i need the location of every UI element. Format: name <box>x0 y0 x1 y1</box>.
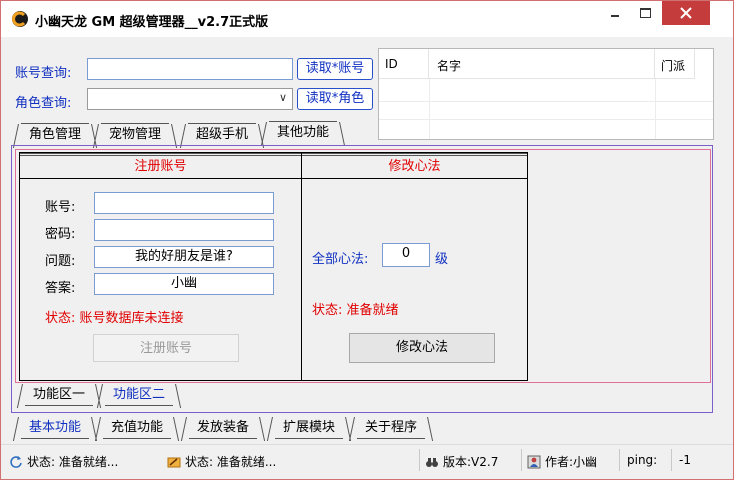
close-icon <box>680 7 692 19</box>
read-role-button[interactable]: 读取*角色 <box>297 88 373 110</box>
question-label: 问题: <box>45 254 76 269</box>
read-account-button[interactable]: 读取*账号 <box>297 58 373 80</box>
minimize-icon <box>611 15 619 17</box>
tab-issue-equipment[interactable]: 发放装备 <box>189 417 258 439</box>
tab-pet-management[interactable]: 宠物管理 <box>101 123 170 145</box>
maximize-icon <box>639 8 651 18</box>
app-window: 小幽天龙 GM 超级管理器__v2.7正式版 账号查询: 读取*账号 角色查询:… <box>0 0 734 480</box>
tab-extension-modules[interactable]: 扩展模块 <box>275 417 344 439</box>
account-query-label: 账号查询: <box>15 66 72 81</box>
tab-about-program[interactable]: 关于程序 <box>357 417 426 439</box>
tab-function-area-1[interactable]: 功能区一 <box>25 384 94 406</box>
question-field[interactable]: 我的好朋友是谁? <box>94 246 274 268</box>
grid-divider <box>301 152 302 381</box>
status-panel-2: 状态: 准备就绪... <box>167 453 276 470</box>
tab-recharge-functions[interactable]: 充值功能 <box>103 417 172 439</box>
status-text-1: 状态: 准备就绪... <box>27 455 119 469</box>
account-label: 账号: <box>45 200 76 215</box>
chevron-down-icon: ∨ <box>278 91 287 104</box>
tab-super-phone[interactable]: 超级手机 <box>188 123 257 145</box>
column-header-name[interactable]: 名字 <box>429 49 655 79</box>
tab-function-area-2[interactable]: 功能区二 <box>105 384 174 406</box>
pencil-icon <box>167 457 181 467</box>
tab-basic-functions[interactable]: 基本功能 <box>21 417 90 439</box>
status-separator <box>419 449 420 471</box>
ping-panel: ping: <box>627 453 657 467</box>
answer-label: 答案: <box>45 281 76 296</box>
author-panel: 作者:小幽 <box>527 453 597 470</box>
modify-xinfa-button[interactable]: 修改心法 <box>349 333 495 363</box>
close-button[interactable] <box>662 1 710 25</box>
all-xinfa-label: 全部心法: <box>312 252 369 267</box>
column-divider <box>429 79 430 139</box>
answer-field[interactable]: 小幽 <box>94 273 274 295</box>
ping-label: ping: <box>627 453 658 467</box>
title-bar: 小幽天龙 GM 超级管理器__v2.7正式版 <box>1 1 733 37</box>
binoculars-icon <box>426 457 438 467</box>
column-header-school[interactable]: 门派 <box>655 49 695 79</box>
status-separator <box>671 449 672 471</box>
xinfa-level-unit: 级 <box>435 252 449 267</box>
refresh-icon <box>10 455 22 468</box>
xinfa-status-text: 状态: 准备就绪 <box>312 303 399 318</box>
version-text: 版本:V2.7 <box>443 455 499 469</box>
window-title: 小幽天龙 GM 超级管理器__v2.7正式版 <box>35 15 269 30</box>
column-header-id[interactable]: ID <box>379 49 429 79</box>
tab-role-management[interactable]: 角色管理 <box>21 123 90 145</box>
minimize-button[interactable] <box>601 1 629 25</box>
user-card-icon <box>527 455 541 468</box>
account-query-input[interactable] <box>87 58 293 80</box>
role-query-label: 角色查询: <box>15 96 72 111</box>
password-field[interactable] <box>94 219 274 241</box>
ping-value-panel: -1 <box>679 453 691 467</box>
role-query-select[interactable]: ∨ <box>87 88 293 110</box>
tab-other-functions[interactable]: 其他功能 <box>269 121 338 146</box>
app-logo-icon <box>12 11 28 27</box>
status-bar: 状态: 准备就绪... 状态: 准备就绪... 版本:V2.7 作者:小幽 pi… <box>1 444 733 474</box>
column-divider <box>655 79 656 139</box>
status-text-2: 状态: 准备就绪... <box>185 455 277 469</box>
xinfa-section-title: 修改心法 <box>302 153 527 179</box>
status-separator <box>619 449 620 471</box>
register-section-title: 注册账号 <box>20 153 301 179</box>
register-account-button[interactable]: 注册账号 <box>93 334 239 362</box>
status-separator <box>521 449 522 471</box>
password-label: 密码: <box>45 227 76 242</box>
maximize-button[interactable] <box>631 1 659 25</box>
role-list-view[interactable]: ID 名字 门派 <box>378 48 714 140</box>
author-text: 作者:小幽 <box>545 455 598 469</box>
ping-value: -1 <box>679 453 691 467</box>
register-status-text: 状态: 账号数据库未连接 <box>45 311 184 326</box>
version-panel: 版本:V2.7 <box>425 453 498 470</box>
xinfa-level-field[interactable]: 0 <box>382 243 430 267</box>
status-panel-1: 状态: 准备就绪... <box>9 453 118 470</box>
account-field[interactable] <box>94 192 274 214</box>
